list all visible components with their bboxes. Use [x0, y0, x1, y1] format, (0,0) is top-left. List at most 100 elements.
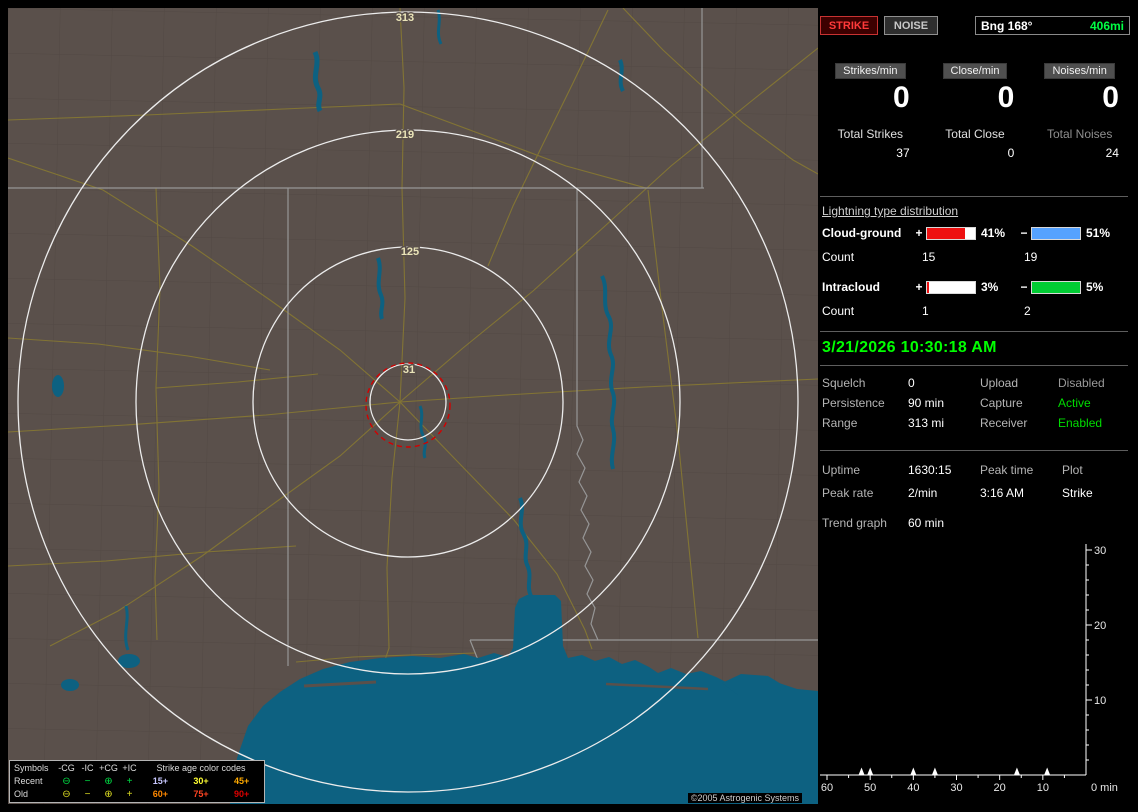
pos-ic-recent-icon: + — [126, 776, 133, 787]
cloud-ground-count-row: Count 15 19 — [822, 250, 1037, 264]
bearing-box: Bng 168° 406mi — [975, 16, 1130, 35]
neg-cg-old-icon: ⊖ — [62, 789, 71, 800]
receiver-label: Receiver — [980, 416, 1028, 430]
total-close-label: Total Close — [945, 127, 1005, 141]
plus-sign: + — [915, 280, 923, 294]
ring-label-31: 31 — [403, 364, 415, 376]
divider — [820, 365, 1128, 366]
uptime-value: 1630:15 — [908, 463, 952, 477]
count-label: Count — [822, 304, 855, 318]
strike-rate-spike — [931, 767, 938, 775]
age-code-75: 75+ — [193, 789, 209, 799]
map-view: 313 219 125 31 Symbols -CG -IC +CG +IC S… — [8, 8, 818, 804]
legend-col-neg-ic: -IC — [81, 763, 94, 773]
ring-label-125: 125 — [401, 246, 419, 258]
ic-negative-bar-fill — [1032, 281, 1080, 293]
lake — [52, 375, 64, 397]
cg-positive-pct: 41% — [981, 226, 1006, 240]
legend-old-label: Old — [14, 789, 29, 799]
age-code-15: 15+ — [152, 776, 168, 786]
receiver-status: Enabled — [1058, 416, 1103, 430]
strike-button[interactable]: STRIKE — [820, 16, 878, 35]
total-close-value: 0 — [1007, 146, 1015, 160]
plot-label: Plot — [1062, 463, 1083, 477]
ic-positive-bar-fill — [927, 281, 930, 293]
neg-cg-recent-icon: ⊖ — [62, 776, 71, 787]
cloud-ground-row: Cloud-ground + 41% − 51% — [822, 226, 1132, 240]
squelch-value: 0 — [908, 376, 915, 390]
strike-rate-spike — [858, 767, 865, 775]
ic-negative-bar — [1031, 280, 1081, 294]
divider — [820, 196, 1128, 197]
neg-ic-old-icon: − — [84, 789, 91, 800]
plot-mode-value: Strike — [1062, 486, 1093, 500]
legend-recent-label: Recent — [14, 776, 43, 786]
close-per-min-chip: Close/min — [942, 63, 1008, 79]
trend-window-value: 60 min — [908, 516, 945, 530]
squelch-label: Squelch — [822, 376, 866, 390]
x-tick-label: 20 — [994, 782, 1006, 794]
upload-label: Upload — [980, 376, 1019, 390]
legend-col-pos-ic: +IC — [122, 763, 137, 773]
bearing-value: Bng 168° — [981, 18, 1033, 33]
stats-grid: Uptime 1630:15 Peak time Plot Peak rate … — [822, 463, 1132, 500]
bearing-range-value: 406mi — [1089, 18, 1124, 33]
cg-negative-pct: 51% — [1086, 226, 1111, 240]
settings-grid: Squelch 0 Upload Disabled Persistence 90… — [822, 376, 1132, 430]
strike-rate-spike — [1013, 767, 1020, 775]
copyright-notice: ©2005 Astrogenic Systems — [687, 793, 802, 803]
close-counter: Close/min 0 Total Close 0 — [923, 63, 1028, 160]
age-code-30: 30+ — [193, 776, 209, 786]
strikes-per-min-chip: Strikes/min — [835, 63, 906, 79]
legend-symbols-header: Symbols — [14, 763, 49, 773]
legend-recent-row: Recent ⊖ − ⊕ + 15+ 30+ 45+ — [12, 775, 262, 788]
total-noises-label: Total Noises — [1046, 127, 1113, 141]
cg-positive-bar — [926, 226, 976, 240]
noise-button[interactable]: NOISE — [884, 16, 938, 35]
close-per-min-value: 0 — [997, 81, 1015, 114]
strike-rate-spike — [1044, 767, 1051, 775]
ic-positive-bar — [926, 280, 976, 294]
range-label: Range — [822, 416, 858, 430]
capture-label: Capture — [980, 396, 1023, 410]
map-canvas[interactable]: 313 219 125 31 — [8, 8, 818, 804]
datetime-display: 3/21/2026 10:30:18 AM — [822, 339, 997, 356]
cg-positive-count: 15 — [922, 250, 936, 264]
total-noises-value: 24 — [1105, 146, 1119, 160]
trend-chart: 30 20 10 60 50 40 30 20 10 0 min — [820, 544, 1118, 794]
status-panel: STRIKE NOISE Bng 168° 406mi Strikes/min … — [818, 8, 1132, 804]
ic-positive-pct: 3% — [981, 280, 999, 294]
ring-label-313: 313 — [396, 12, 414, 24]
rate-counters: Strikes/min 0 Total Strikes 37 Close/min… — [818, 63, 1132, 160]
intracloud-label: Intracloud — [822, 280, 881, 294]
x-tick-label: 30 — [950, 782, 962, 794]
origin-label: 0 min — [1091, 782, 1118, 794]
legend-header-row: Symbols -CG -IC +CG +IC Strike age color… — [12, 762, 262, 775]
capture-status: Active — [1058, 396, 1091, 410]
y-tick-label: 30 — [1094, 545, 1106, 557]
pos-cg-recent-icon: ⊕ — [104, 776, 113, 787]
intracloud-count-row: Count 1 2 — [822, 304, 1031, 318]
legend-col-neg-cg: -CG — [58, 763, 75, 773]
noises-counter: Noises/min 0 Total Noises 24 — [1027, 63, 1132, 160]
strike-rate-spike — [910, 767, 917, 775]
y-tick-label: 20 — [1094, 620, 1106, 632]
distribution-title: Lightning type distribution — [822, 204, 959, 218]
ring-label-219: 219 — [396, 129, 414, 141]
peak-rate-label: Peak rate — [822, 486, 874, 500]
cg-negative-bar — [1031, 226, 1081, 240]
cg-negative-count: 19 — [1024, 250, 1038, 264]
map-legend: Symbols -CG -IC +CG +IC Strike age color… — [9, 760, 265, 803]
trend-graph-row: Trend graph 60 min — [822, 516, 944, 530]
neg-ic-recent-icon: − — [84, 776, 91, 787]
age-code-90: 90+ — [234, 789, 250, 799]
ic-positive-count: 1 — [922, 304, 929, 318]
age-code-60: 60+ — [152, 789, 168, 799]
minus-sign: − — [1020, 226, 1028, 240]
total-strikes-label: Total Strikes — [837, 127, 903, 141]
count-label: Count — [822, 250, 855, 264]
divider — [820, 450, 1128, 451]
uptime-label: Uptime — [822, 463, 861, 477]
total-strikes-value: 37 — [896, 146, 910, 160]
range-value: 313 mi — [908, 416, 945, 430]
